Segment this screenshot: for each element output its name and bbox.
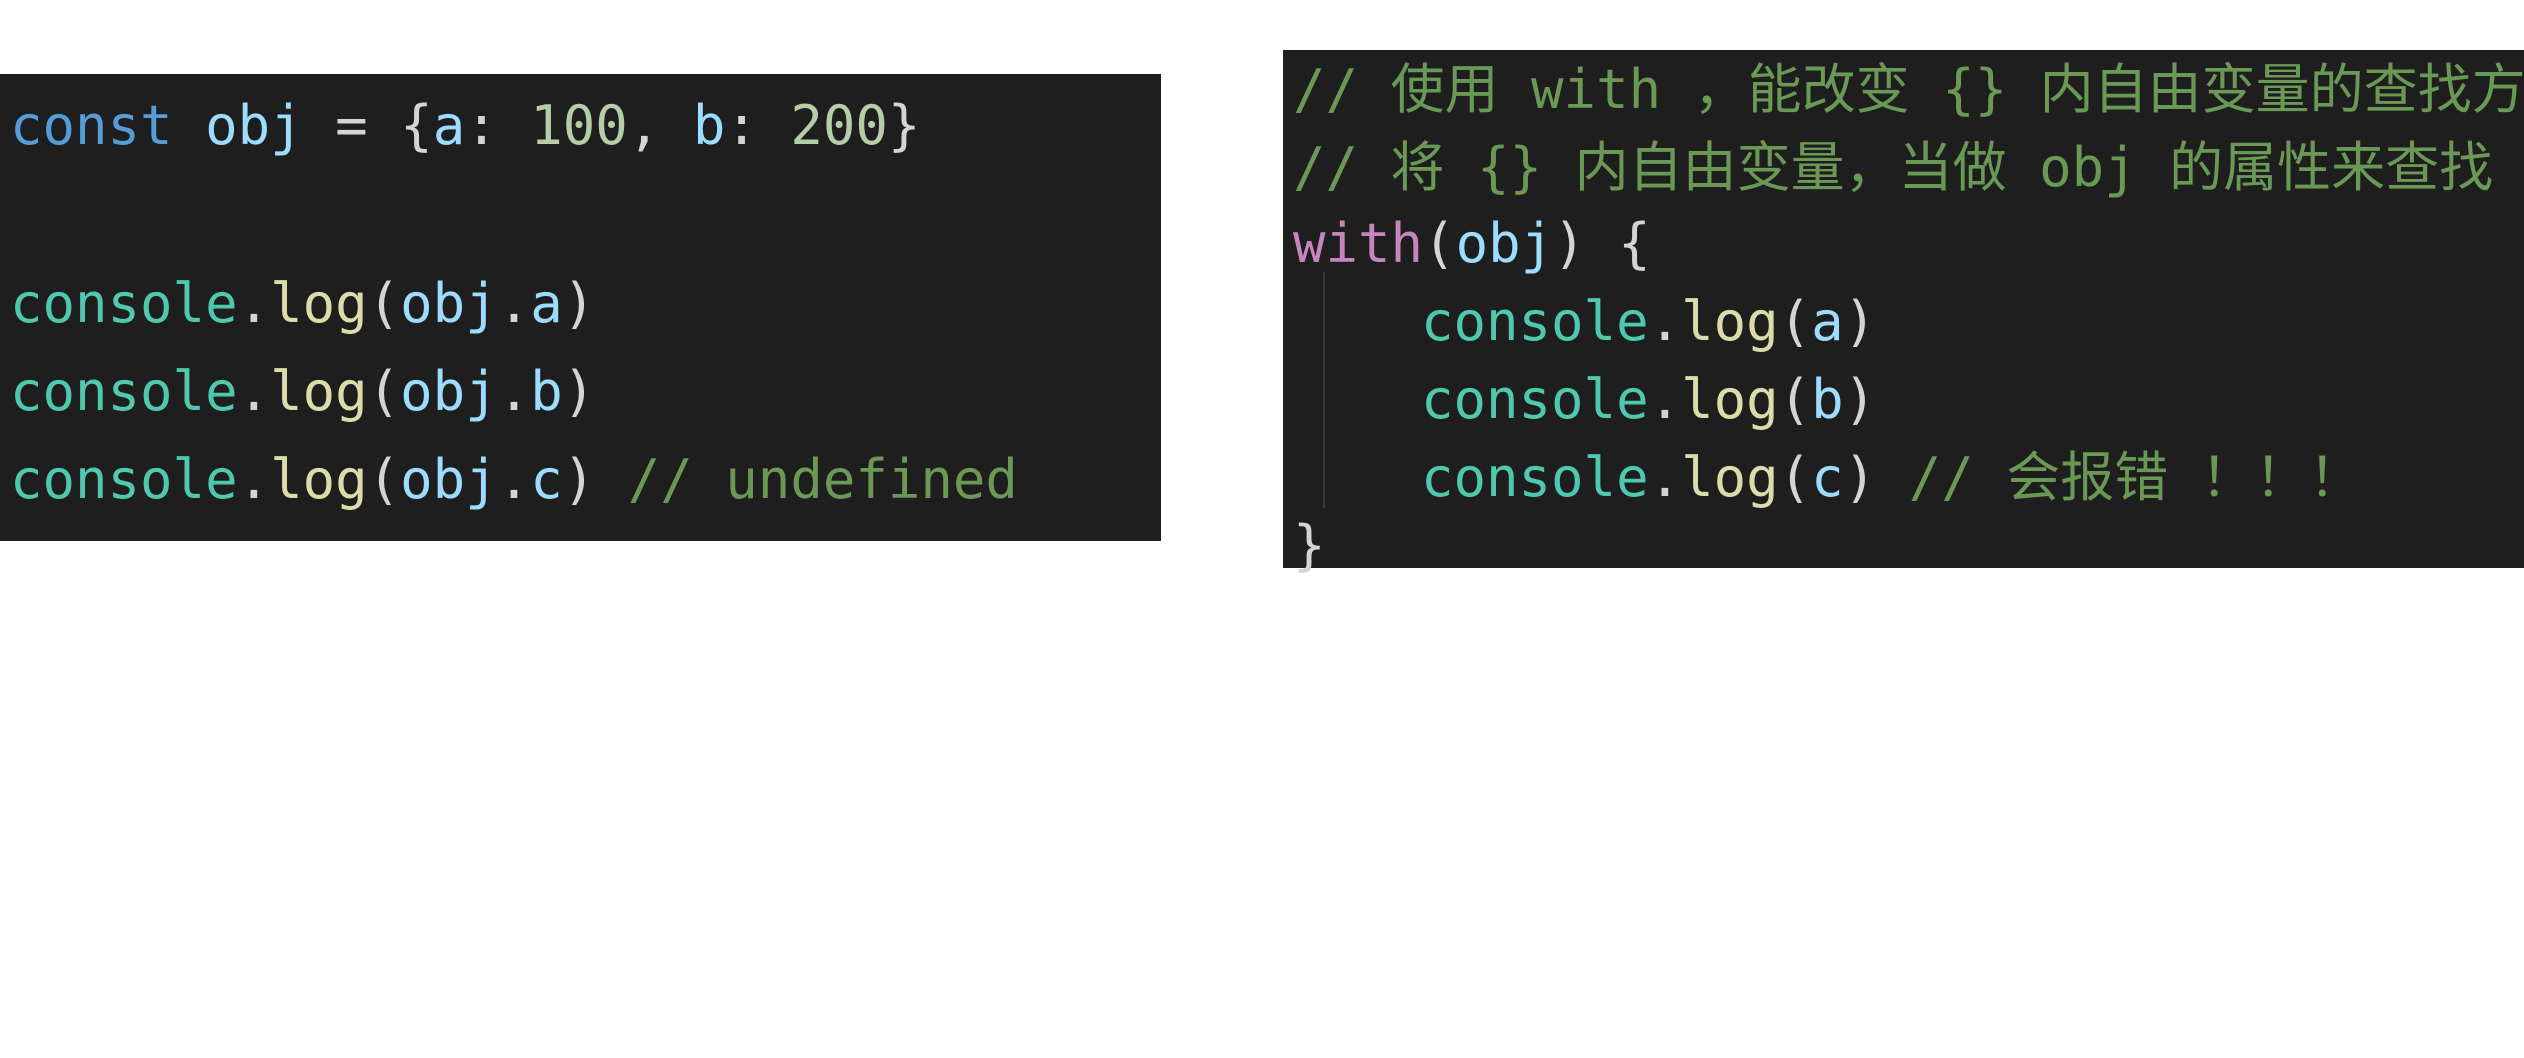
console-object: console bbox=[1421, 446, 1649, 509]
comment-with-usage: // 使用 with ，能改变 {} 内自由变量的查找方式 bbox=[1293, 58, 2524, 121]
comment-with-explanation: // 将 {} 内自由变量，当做 obj 的属性来查找 bbox=[1293, 136, 2494, 199]
number-100: 100 bbox=[530, 94, 628, 157]
dot: . bbox=[1648, 290, 1682, 353]
dot: . bbox=[497, 360, 531, 423]
log-function: log bbox=[1681, 368, 1779, 431]
property-a: a bbox=[530, 272, 563, 335]
number-200: 200 bbox=[790, 94, 888, 157]
paren-close: ) bbox=[1843, 446, 1877, 509]
paren-open: ( bbox=[367, 448, 401, 511]
console-object: console bbox=[10, 360, 238, 423]
comment-undefined: // undefined bbox=[627, 448, 1018, 511]
comment-will-error: // 会报错 ！！！ bbox=[1908, 446, 2363, 509]
dot: . bbox=[497, 448, 531, 511]
paren-close: ) bbox=[1553, 212, 1586, 275]
property-b: b bbox=[530, 360, 563, 423]
paren-open: ( bbox=[1778, 290, 1812, 353]
code-line-3: console.log(obj.a) bbox=[10, 264, 595, 344]
log-function: log bbox=[270, 448, 368, 511]
dot: . bbox=[1648, 368, 1682, 431]
log-function: log bbox=[1681, 290, 1779, 353]
indent-guide bbox=[1323, 272, 1325, 508]
code-line-console-a: console.log(a) bbox=[1421, 282, 1876, 362]
identifier-obj: obj bbox=[400, 360, 498, 423]
with-statement-line: with(obj) { bbox=[1293, 204, 1651, 284]
code-panel-left: const obj = {a: 100, b: 200} console.log… bbox=[0, 74, 1161, 541]
identifier-a: a bbox=[1811, 290, 1844, 353]
colon: : bbox=[725, 94, 758, 157]
code-panel-right: // 使用 with ，能改变 {} 内自由变量的查找方式 // 将 {} 内自… bbox=[1283, 50, 2524, 577]
paren-close: ) bbox=[1843, 368, 1877, 431]
comment-line-1: // 使用 with ，能改变 {} 内自由变量的查找方式 bbox=[1293, 50, 2524, 130]
comma: , bbox=[627, 94, 661, 157]
property-c: c bbox=[530, 448, 563, 511]
key-a: a bbox=[432, 94, 466, 157]
identifier-obj: obj bbox=[400, 272, 498, 335]
log-function: log bbox=[1681, 446, 1779, 509]
paren-open: ( bbox=[1778, 446, 1812, 509]
dot: . bbox=[1648, 446, 1682, 509]
console-object: console bbox=[1421, 290, 1649, 353]
identifier-obj: obj bbox=[400, 448, 498, 511]
identifier-obj: obj bbox=[205, 94, 303, 157]
paren-close: ) bbox=[1843, 290, 1877, 353]
paren-close: ) bbox=[562, 360, 596, 423]
colon: : bbox=[465, 94, 498, 157]
identifier-obj: obj bbox=[1455, 212, 1554, 275]
brace-close: } bbox=[1293, 514, 1326, 577]
console-object: console bbox=[10, 448, 238, 511]
code-line-5: console.log(obj.c) // undefined bbox=[10, 440, 1018, 520]
identifier-c: c bbox=[1811, 446, 1844, 509]
dot: . bbox=[237, 272, 271, 335]
key-b: b bbox=[692, 94, 726, 157]
paren-close: ) bbox=[562, 272, 596, 335]
keyword-const: const bbox=[10, 94, 173, 157]
comment-line-2: // 将 {} 内自由变量，当做 obj 的属性来查找 bbox=[1293, 128, 2493, 208]
code-line-console-b: console.log(b) bbox=[1421, 360, 1876, 440]
operator-equals: = bbox=[335, 94, 368, 157]
code-line-1: const obj = {a: 100, b: 200} bbox=[10, 86, 920, 166]
paren-close: ) bbox=[562, 448, 596, 511]
keyword-with: with bbox=[1293, 212, 1424, 275]
log-function: log bbox=[270, 272, 368, 335]
brace-open: { bbox=[400, 94, 433, 157]
identifier-b: b bbox=[1811, 368, 1844, 431]
brace-open: { bbox=[1618, 212, 1651, 275]
paren-open: ( bbox=[367, 360, 401, 423]
code-line-console-c: console.log(c) // 会报错 ！！！ bbox=[1421, 438, 2363, 518]
dot: . bbox=[497, 272, 531, 335]
log-function: log bbox=[270, 360, 368, 423]
console-object: console bbox=[1421, 368, 1649, 431]
code-line-4: console.log(obj.b) bbox=[10, 352, 595, 432]
closing-brace-line: } bbox=[1293, 506, 1326, 586]
paren-open: ( bbox=[1423, 212, 1456, 275]
brace-close: } bbox=[887, 94, 921, 157]
console-object: console bbox=[10, 272, 238, 335]
dot: . bbox=[237, 448, 271, 511]
paren-open: ( bbox=[1778, 368, 1812, 431]
dot: . bbox=[237, 360, 271, 423]
paren-open: ( bbox=[367, 272, 401, 335]
